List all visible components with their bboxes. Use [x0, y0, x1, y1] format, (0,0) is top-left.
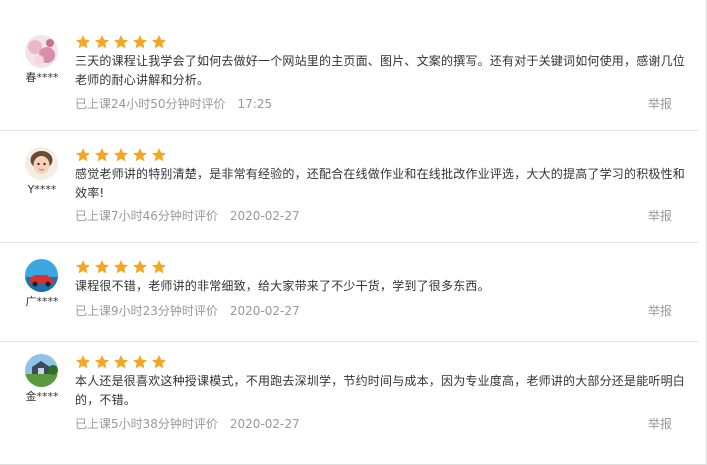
avatar-car-image: [25, 259, 58, 292]
star-icon: [133, 355, 147, 369]
review-date: 2020-02-27: [229, 304, 300, 318]
review-date: 2020-02-27: [229, 209, 300, 223]
username: Y****: [27, 183, 57, 196]
star-icon: [152, 355, 166, 369]
review-meta: 已上课7小时46分钟时评价 2020-02-27: [75, 208, 300, 224]
review-text: 感觉老师讲的特别清楚，是非常有经验的，还配合在线做作业和在线批改作业评选，大大的…: [75, 167, 686, 200]
avatar[interactable]: [25, 147, 58, 180]
avatar[interactable]: [25, 35, 58, 68]
avatar-house-image: [25, 354, 58, 387]
review-date: 17:25: [237, 97, 273, 111]
review-duration: 已上课5小时38分钟时评价: [75, 417, 218, 431]
star-icon: [114, 355, 128, 369]
star-icon: [133, 148, 147, 162]
star-icon: [114, 260, 128, 274]
star-icon: [76, 35, 90, 49]
report-button[interactable]: 举报: [648, 96, 672, 112]
star-icon: [114, 35, 128, 49]
review-item: Y**** 感觉老师讲的特别清楚，是非常有经验的，还配合在线做作业和在线批改作业…: [0, 130, 698, 243]
star-rating: [75, 34, 167, 50]
report-button[interactable]: 举报: [648, 303, 672, 319]
reviews-panel: 春**** 三天的课程让我学会了如何去做好一个网站里的主页面、图片、文案的撰写。…: [0, 0, 707, 465]
review-date: 2020-02-27: [229, 417, 300, 431]
review-text: 课程很不错，老师讲的非常细致，给大家带来了不少干货，学到了很多东西。: [75, 279, 490, 293]
star-icon: [76, 260, 90, 274]
review-duration: 已上课9小时23分钟时评价: [75, 304, 218, 318]
review-duration: 已上课24小时50分钟时评价: [75, 97, 226, 111]
star-rating: [75, 259, 167, 275]
avatar[interactable]: [25, 259, 58, 292]
star-icon: [95, 355, 109, 369]
review-meta: 已上课9小时23分钟时评价 2020-02-27: [75, 303, 300, 319]
avatar-flower-image: [25, 35, 58, 68]
username: 春****: [25, 71, 59, 84]
report-button[interactable]: 举报: [648, 416, 672, 432]
username: 广****: [25, 295, 59, 308]
star-icon: [95, 35, 109, 49]
star-icon: [133, 260, 147, 274]
star-icon: [95, 260, 109, 274]
review-meta: 已上课24小时50分钟时评价 17:25: [75, 96, 272, 112]
review-item: 广**** 课程很不错，老师讲的非常细致，给大家带来了不少干货，学到了很多东西。…: [0, 242, 698, 342]
review-text: 本人还是很喜欢这种授课模式，不用跑去深圳学，节约时间与成本，因为专业度高，老师讲…: [75, 374, 686, 407]
star-icon: [152, 260, 166, 274]
report-button[interactable]: 举报: [648, 208, 672, 224]
star-icon: [76, 355, 90, 369]
star-rating: [75, 147, 167, 163]
username: 金****: [25, 390, 59, 403]
star-icon: [152, 35, 166, 49]
star-icon: [114, 148, 128, 162]
star-icon: [95, 148, 109, 162]
review-text: 三天的课程让我学会了如何去做好一个网站里的主页面、图片、文案的撰写。还有对于关键…: [75, 54, 686, 87]
star-rating: [75, 354, 167, 370]
avatar[interactable]: [25, 354, 58, 387]
avatar-child-image: [25, 147, 58, 180]
star-icon: [152, 148, 166, 162]
review-duration: 已上课7小时46分钟时评价: [75, 209, 218, 223]
review-meta: 已上课5小时38分钟时评价 2020-02-27: [75, 416, 300, 432]
star-icon: [133, 35, 147, 49]
review-item: 金**** 本人还是很喜欢这种授课模式，不用跑去深圳学，节约时间与成本，因为专业…: [0, 341, 698, 461]
review-item: 春**** 三天的课程让我学会了如何去做好一个网站里的主页面、图片、文案的撰写。…: [0, 0, 698, 131]
star-icon: [76, 148, 90, 162]
